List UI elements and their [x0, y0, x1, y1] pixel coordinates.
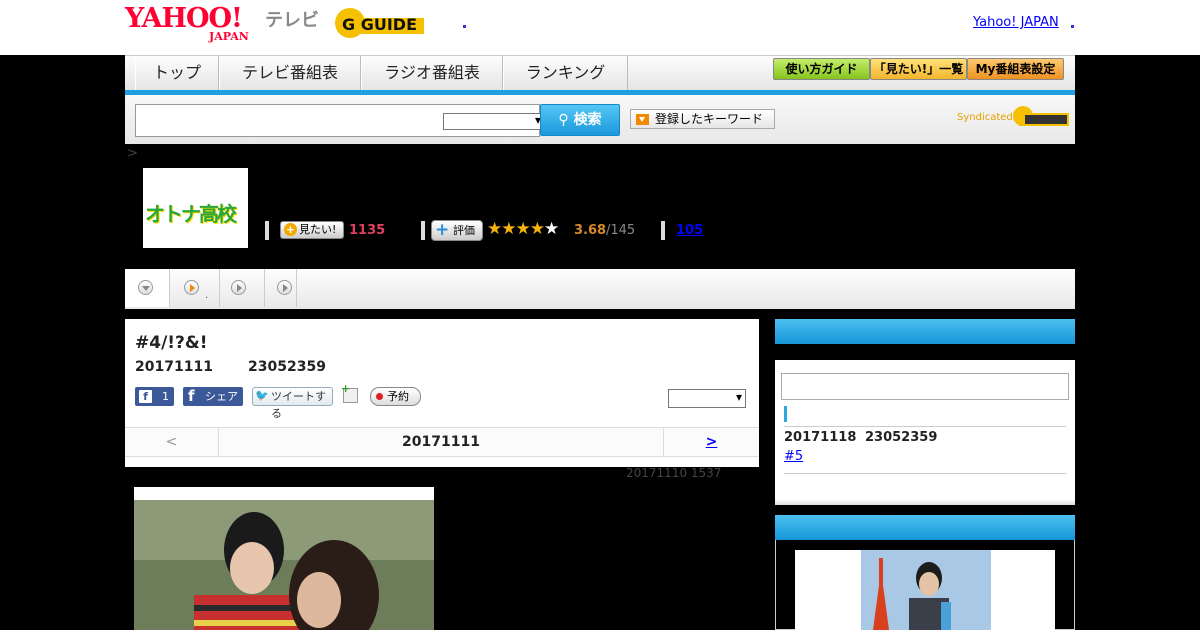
my-schedule-button[interactable]: My番組表設定	[967, 58, 1064, 80]
breadcrumb[interactable]: >	[127, 146, 138, 161]
divider	[784, 426, 1066, 427]
dropdown-arrow-icon	[636, 114, 649, 125]
review-count-link[interactable]: 105	[676, 223, 703, 238]
next-episode-title-link[interactable]: #5	[784, 449, 803, 464]
panel-header	[775, 319, 1075, 344]
related-panel	[775, 515, 1075, 630]
record-button[interactable]: 予約	[370, 387, 421, 406]
rating-count: /145	[606, 223, 636, 238]
facebook-like-count: 1	[162, 390, 169, 403]
tab-4[interactable]	[265, 269, 297, 307]
nav-top[interactable]: トップ	[135, 56, 219, 90]
facebook-share-button[interactable]: シェア	[183, 387, 243, 406]
search-input[interactable]	[135, 104, 544, 137]
play-icon	[184, 280, 199, 295]
search-area: ⚲ 検索 登録したキーワード Syndicated	[125, 95, 1075, 144]
episode-photo	[134, 487, 434, 630]
main-nav: トップ テレビ番組表 ラジオ番組表 ランキング 使い方ガイド 「見たい!」一覧 …	[125, 55, 1075, 91]
divider	[265, 221, 269, 240]
tv-label: テレビ	[265, 10, 319, 31]
star-icon: ★	[501, 219, 516, 239]
facebook-icon: f	[139, 390, 152, 403]
divider	[421, 221, 425, 240]
previous-episode-link[interactable]: <	[125, 428, 219, 456]
registered-keywords-label: 登録したキーワード	[655, 112, 764, 126]
header-dot	[1071, 25, 1074, 28]
search-button-label: 検索	[573, 112, 602, 128]
yahoo-japan-link[interactable]: Yahoo! JAPAN	[973, 15, 1059, 30]
star-icon: ★	[487, 219, 502, 239]
next-broadcast-panel: 20171118 23052359 #5	[775, 319, 1075, 505]
episode-title: #4/!?&!	[135, 333, 208, 353]
search-button[interactable]: ⚲ 検索	[540, 104, 620, 136]
next-broadcast-time: 23052359	[865, 430, 938, 445]
nav-tv-schedule[interactable]: テレビ番組表	[219, 56, 361, 90]
gguide-logo-text: G GUIDE	[342, 15, 417, 34]
nav-radio-schedule[interactable]: ラジオ番組表	[361, 56, 503, 90]
search-category-select[interactable]	[443, 113, 544, 130]
nav-ranking[interactable]: ランキング	[503, 56, 628, 90]
want-to-watch-button[interactable]: 見たい!	[280, 221, 344, 239]
episode-photo-image	[134, 500, 434, 630]
record-label: 予約	[387, 390, 409, 403]
play-icon	[277, 280, 292, 295]
site-header: YAHOO! JAPAN テレビ G GUIDE Yahoo! JAPAN	[0, 0, 1200, 55]
program-thumbnail-title: オトナ高校	[145, 202, 237, 226]
tweet-label: ツイートする	[271, 390, 326, 420]
gguide-logo[interactable]: G GUIDE	[334, 6, 432, 40]
syndicated-gguide-logo: Syndicated	[957, 104, 1069, 130]
gguide-small-logo	[1013, 106, 1069, 126]
star-icon: ★	[515, 219, 531, 239]
watchlist-button[interactable]: 「見たい!」一覧	[870, 58, 967, 80]
divider	[661, 221, 665, 240]
rate-button[interactable]: 評価	[431, 220, 483, 241]
tab-2-label: .	[205, 290, 209, 301]
episode-select[interactable]	[668, 389, 746, 408]
registered-keywords-button[interactable]: 登録したキーワード	[630, 109, 775, 129]
star-rating: ★★★★★	[487, 219, 559, 239]
header-dot	[463, 25, 466, 28]
yahoo-logo[interactable]: YAHOO! JAPAN	[125, 4, 263, 44]
program-thumbnail[interactable]: オトナ高校	[143, 168, 248, 248]
want-to-watch-count: 1135	[349, 223, 386, 238]
average-rating: 3.68	[574, 223, 607, 238]
panel-search-field[interactable]	[781, 373, 1069, 400]
add-calendar-icon[interactable]	[341, 382, 358, 403]
episode-time: 23052359	[248, 359, 326, 375]
tab-1[interactable]	[125, 269, 170, 307]
star-icon: ★	[544, 219, 559, 239]
episode-pager: < 20171111 >	[125, 427, 759, 457]
chevron-down-icon	[138, 280, 153, 295]
facebook-share-label: シェア	[205, 390, 238, 403]
program-tabs: .	[125, 269, 1075, 309]
search-icon: ⚲	[558, 112, 574, 128]
rate-label: 評価	[453, 224, 475, 237]
section-accent	[784, 406, 787, 422]
play-icon	[231, 280, 246, 295]
facebook-like-button[interactable]: f 1	[135, 387, 174, 406]
next-broadcast-date: 20171118	[784, 430, 857, 445]
divider	[784, 473, 1066, 474]
tab-3[interactable]	[220, 269, 265, 307]
tab-2[interactable]: .	[170, 269, 220, 307]
want-to-watch-label: 見たい!	[299, 223, 337, 236]
pager-date: 20171111	[402, 434, 480, 450]
next-episode-link[interactable]: >	[663, 428, 759, 456]
episode-date: 20171111	[135, 359, 213, 375]
syndicated-label: Syndicated	[957, 112, 1013, 123]
yahoo-logo-subtext: JAPAN	[209, 30, 249, 43]
tweet-button[interactable]: ツイートする	[252, 387, 333, 420]
panel-header	[775, 515, 1075, 540]
updated-timestamp: 20171110 1537	[626, 466, 722, 480]
panel-subheader	[775, 344, 1075, 360]
star-icon: ★	[529, 219, 545, 239]
guide-button[interactable]: 使い方ガイド	[773, 58, 870, 80]
related-image[interactable]	[861, 550, 991, 630]
episode-panel: #4/!?&! 20171111 23052359 f 1 シェア ツイートする…	[125, 319, 759, 467]
panel-footer	[775, 499, 1075, 505]
